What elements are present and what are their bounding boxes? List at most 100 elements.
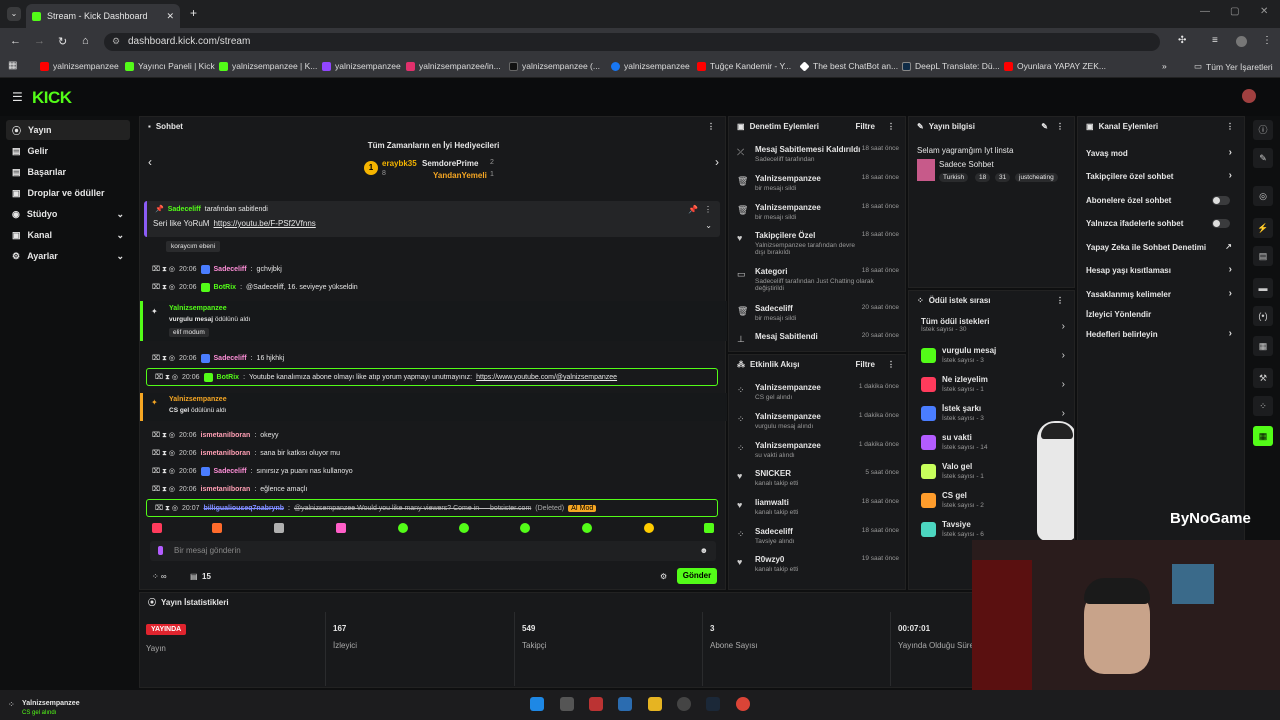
emote-icon[interactable] — [274, 523, 284, 533]
profile-avatar[interactable] — [1236, 36, 1247, 47]
emote-icon[interactable] — [644, 523, 654, 533]
activity-item[interactable]: ♥ liamwalti kanalı takip etti 18 saat önce — [737, 498, 899, 526]
activity-item[interactable]: ♥ R0wzy0 kanalı takip etti 19 saat önce — [737, 555, 899, 583]
bookmark-item[interactable]: yalnizsempanzee (... — [509, 61, 600, 71]
mod-filter-button[interactable]: Filtre — [855, 122, 875, 131]
pinned-by[interactable]: Sadeceliff — [168, 206, 201, 213]
chat-message[interactable]: ⌧ ⧗ ◎ 20:06 Sadeceliff:16 hjkhkj — [152, 354, 284, 363]
set-goals[interactable]: Hedefleri belirleyin › — [1086, 328, 1238, 339]
channel-menu-icon[interactable]: ⋮ — [1226, 122, 1234, 131]
category-thumbnail[interactable] — [917, 159, 935, 181]
camera-icon[interactable]: ◎ — [1253, 186, 1273, 206]
highlighted-message[interactable]: ⌧ ⧗ ◎ 20:06 BotRix: Youtube kanalımıza abon… — [146, 368, 718, 386]
emote-only-chat[interactable]: Yalnızca ifadelerle sohbet — [1086, 219, 1238, 228]
apps-icon[interactable]: ▦ — [8, 60, 17, 71]
activity-menu-icon[interactable]: ⋮ — [887, 360, 895, 369]
mic-icon[interactable] — [158, 546, 163, 555]
chat-username[interactable]: BotRix — [217, 374, 240, 381]
emote-only-toggle[interactable] — [1212, 219, 1230, 228]
obs-icon[interactable] — [677, 697, 691, 711]
url-field[interactable]: ⚙ dashboard.kick.com/stream — [104, 33, 1160, 51]
bookmark-item[interactable]: yalnizsempanzee — [611, 61, 690, 71]
bookmark-item[interactable]: Tuğçe Kandemir - Y... — [697, 61, 791, 71]
file-explorer-icon[interactable] — [648, 697, 662, 711]
activity-item[interactable]: ♥ SNICKER kanalı takip etti 5 saat önce — [737, 469, 899, 497]
points-icon[interactable]: ⁘ ∞ — [152, 572, 167, 581]
tab-close-icon[interactable]: ✕ — [166, 11, 174, 22]
bookmark-item[interactable]: yalnizsempanzee | K... — [219, 61, 317, 71]
lightning-icon[interactable]: ⚡ — [1253, 218, 1273, 238]
mod-item[interactable]: ⊥ Mesaj Sabitlendi 20 saat önce — [737, 332, 899, 350]
rewards-menu-icon[interactable]: ⋮ — [1056, 296, 1064, 305]
send-button[interactable]: Gönder — [677, 568, 717, 584]
chat-message[interactable]: ⌧ ⧗ ◎ 20:06 Sadeceliff: sınırsız ya puanı n… — [152, 467, 353, 476]
chat-username[interactable]: Sadeceliff — [214, 355, 247, 362]
nav-item-basarilar[interactable]: ▤ Başarılar — [6, 162, 130, 182]
chat-message[interactable]: ⌧ ⧗ ◎ 20:06 ismetaniIboran: eğlence amaçlı — [152, 485, 307, 494]
youtube-link[interactable]: https://www.youtube.com/@yalnizsempanzee — [476, 374, 617, 381]
extension-icon[interactable]: ▦ — [1253, 426, 1273, 446]
forward-icon[interactable]: → — [34, 35, 45, 47]
layout-icon[interactable]: ▦ — [1253, 336, 1273, 356]
prev-arrow-icon[interactable]: ‹ — [148, 155, 152, 169]
mod-item[interactable]: ▭ Kategori Sadeceliff tarafından Just Chat… — [737, 267, 899, 303]
app-icon[interactable] — [589, 697, 603, 711]
task-view-icon[interactable] — [560, 697, 574, 711]
site-info-icon[interactable]: ⚙ — [112, 36, 120, 47]
activity-item[interactable]: ⁘ Sadeceliff Tavsiye alındı 18 saat önce — [737, 527, 899, 555]
emote-icon[interactable] — [520, 523, 530, 533]
chat-settings-icon[interactable]: ⚙ — [660, 572, 667, 581]
nav-item-gelir[interactable]: ▤ Gelir — [6, 141, 130, 161]
nav-item-droplar[interactable]: ▣ Droplar ve ödüller — [6, 183, 130, 203]
activity-item[interactable]: ⁘ Yalnizsempanzee vurgulu mesaj alındı 1 da… — [737, 412, 899, 440]
followers-only-chat[interactable]: Takipçilere özel sohbet › — [1086, 170, 1238, 181]
hamburger-icon[interactable]: ☰ — [12, 90, 23, 104]
reward-item[interactable]: vurgulu mesaj İstek sayısı - 3 › — [921, 346, 1071, 370]
reload-icon[interactable]: ↻ — [58, 35, 67, 48]
kick-logo[interactable]: KICK — [32, 88, 72, 108]
home-icon[interactable]: ⌂ — [82, 35, 89, 47]
info-icon[interactable]: ⓘ — [1253, 120, 1273, 140]
mod-item[interactable]: 🗑 Sadeceliff bir mesajı sildi 20 saat önce — [737, 304, 899, 332]
emote-icon[interactable] — [459, 523, 469, 533]
subscribers-only-chat[interactable]: Abonelere özel sohbet — [1086, 196, 1238, 205]
bookmark-item[interactable]: yalnizsempanzee — [40, 61, 119, 71]
user-avatar[interactable] — [1242, 89, 1256, 103]
emote-icon[interactable] — [582, 523, 592, 533]
share-icon[interactable]: ⁘ — [1253, 396, 1273, 416]
mod-item[interactable]: 🗑 Yalnizsempanzee bir mesajı sildi 18 saat … — [737, 174, 899, 202]
bookmark-item[interactable]: The best ChatBot an... — [799, 60, 898, 72]
pinned-menu-icon[interactable]: ⋮ — [704, 205, 712, 214]
chat-input[interactable]: Bir mesaj gönderin ☻ — [150, 541, 716, 561]
subscribers-toggle[interactable] — [1212, 196, 1230, 205]
mod-item[interactable]: ⤫ Mesaj Sabitlemesi Kaldırıldı Sadeceliff … — [737, 145, 899, 173]
deleted-message[interactable]: ⌧ ⧗ ◎ 20:07 billigualiouseq7nabrynb: @yalni… — [146, 499, 718, 517]
pencil-icon[interactable]: ✎ — [1253, 148, 1273, 168]
tab-search-icon[interactable]: ⌄ — [7, 7, 21, 21]
nav-item-kanal[interactable]: ▣ Kanal ⌄ — [6, 225, 130, 245]
media-icon[interactable]: ≡ — [1212, 35, 1218, 46]
emote-icon[interactable] — [152, 523, 162, 533]
category-name[interactable]: Sadece Sohbet — [939, 160, 994, 169]
chat-menu-icon[interactable]: ⋮ — [707, 122, 715, 131]
document-icon[interactable]: ▤ — [1253, 246, 1273, 266]
all-rewards[interactable]: Tüm ödül istekleri İstek sayısı - 30 › — [921, 317, 1071, 341]
chat-message[interactable]: ⌧ ⧗ ◎ 20:06 Sadeceliff: gchvjbkj — [152, 265, 282, 274]
new-tab-icon[interactable]: + — [190, 6, 197, 20]
windows-start-icon[interactable] — [530, 697, 544, 711]
chat-username[interactable]: ismetaniIboran — [201, 486, 251, 493]
gifter-name[interactable]: YandanYemeli — [433, 171, 487, 180]
next-arrow-icon[interactable]: › — [715, 155, 719, 169]
pinned-link[interactable]: https://youtu.be/F-PSf2Vfnns — [213, 219, 315, 228]
minimize-icon[interactable]: — — [1200, 6, 1210, 17]
bookmark-item[interactable]: Yayıncı Paneli | Kick — [125, 61, 215, 71]
expand-icon[interactable]: ⌄ — [705, 221, 712, 230]
emoji-icon[interactable]: ☻ — [700, 546, 708, 555]
photos-icon[interactable] — [618, 697, 632, 711]
banned-words[interactable]: Yasaklanmış kelimeler › — [1086, 288, 1238, 299]
more-bookmarks-icon[interactable]: » — [1162, 61, 1167, 71]
close-window-icon[interactable]: ✕ — [1260, 6, 1268, 17]
info-menu-icon[interactable]: ⋮ — [1056, 122, 1064, 131]
tools-icon[interactable]: ⚒ — [1253, 368, 1273, 388]
bookmark-item[interactable]: DeepL Translate: Dü... — [902, 61, 1000, 71]
